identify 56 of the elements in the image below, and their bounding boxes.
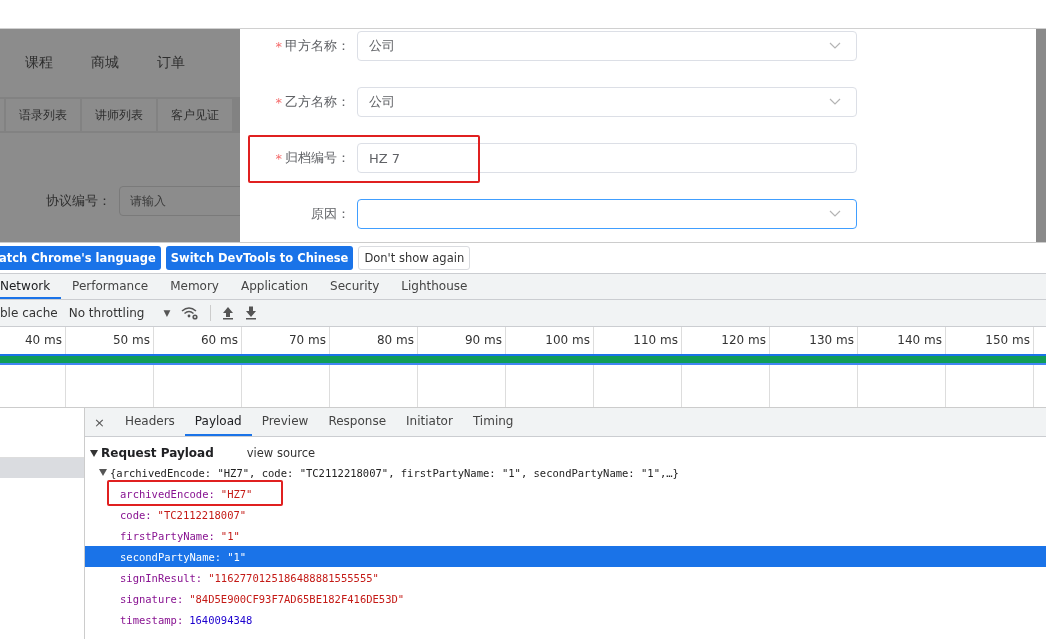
required-mark: * — [275, 38, 282, 54]
close-icon[interactable]: × — [85, 408, 115, 436]
infobar-button[interactable]: Switch DevTools to Chinese — [165, 246, 354, 270]
nav-item[interactable]: 课程 — [25, 54, 53, 72]
panel-tab[interactable]: Memory — [159, 274, 230, 299]
page-tab[interactable]: 讲师列表 — [82, 99, 156, 131]
dropdown-arrow[interactable]: ▼ — [163, 308, 171, 318]
panel-tab[interactable]: Performance — [61, 274, 160, 299]
section-title: Request Payload — [101, 446, 214, 460]
filter-label: 协议编号： — [46, 192, 111, 210]
detail-tab[interactable]: Initiator — [396, 408, 463, 436]
expand-triangle-icon[interactable] — [99, 469, 107, 476]
detail-tab[interactable]: Payload — [184, 408, 252, 436]
select-field[interactable]: 公司 — [357, 31, 857, 61]
scrollbar[interactable] — [1036, 29, 1046, 242]
upload-icon[interactable] — [222, 306, 235, 320]
property-row[interactable]: secondPartyName: "1" — [85, 546, 1046, 567]
chevron-icon — [829, 210, 841, 218]
property-row[interactable]: archivedEncode: "HZ7" — [85, 483, 1046, 504]
nav-item[interactable]: 商城 — [91, 54, 119, 72]
panel-tab[interactable]: Security — [319, 274, 391, 299]
property-row[interactable]: signInResult: "1162770125186488881555555" — [85, 567, 1046, 588]
page-tab[interactable]: 语录列表 — [6, 99, 80, 131]
detail-tab[interactable]: Preview — [251, 408, 319, 436]
input-field[interactable]: 请输入 — [119, 186, 240, 216]
chevron-icon — [829, 98, 841, 106]
infobar-button[interactable]: Don't show again — [358, 246, 471, 270]
download-icon[interactable] — [245, 306, 258, 320]
nav-item[interactable]: 订单 — [157, 54, 185, 72]
infobar-button[interactable]: atch Chrome's language — [0, 246, 161, 270]
expand-triangle-icon[interactable] — [90, 449, 98, 457]
field-label: 甲方名称： — [285, 37, 350, 55]
property-row[interactable]: timestamp: 1640094348 — [85, 609, 1046, 630]
property-row[interactable]: signature: "84D5E900CF93F7AD65BE182F416DE53D" — [85, 588, 1046, 609]
view-source-link[interactable]: view source — [246, 446, 316, 460]
detail-tab[interactable]: Response — [318, 408, 397, 436]
required-mark: * — [275, 94, 282, 110]
field-label: 乙方名称： — [285, 93, 350, 111]
wifi-settings-icon[interactable] — [181, 306, 200, 320]
throttling-select[interactable]: No throttling — [68, 306, 145, 320]
chevron-icon — [829, 42, 841, 50]
property-row[interactable]: firstPartyName: "1" — [85, 525, 1046, 546]
detail-tab[interactable]: Headers — [114, 408, 185, 436]
page-tab[interactable]: 客户见证 — [158, 99, 232, 131]
panel-tab[interactable]: Lighthouse — [390, 274, 479, 299]
select-field[interactable] — [357, 199, 857, 229]
property-row[interactable]: code: "TC2112218007" — [85, 504, 1046, 525]
object-summary: {archivedEncode: "HZ7", code: "TC2112218007", firstPartyName: "1", secondPartyName: "1",…} — [110, 466, 679, 479]
field-label: 原因： — [311, 205, 350, 223]
panel-tab[interactable]: Application — [229, 274, 320, 299]
input-field[interactable]: HZ 7 — [357, 143, 857, 173]
required-mark: * — [275, 150, 282, 166]
detail-tab[interactable]: Timing — [462, 408, 524, 436]
select-field[interactable]: 公司 — [357, 87, 857, 117]
field-label: 归档编号： — [285, 149, 350, 167]
cache-checkbox-label[interactable]: ble cache — [0, 306, 58, 320]
